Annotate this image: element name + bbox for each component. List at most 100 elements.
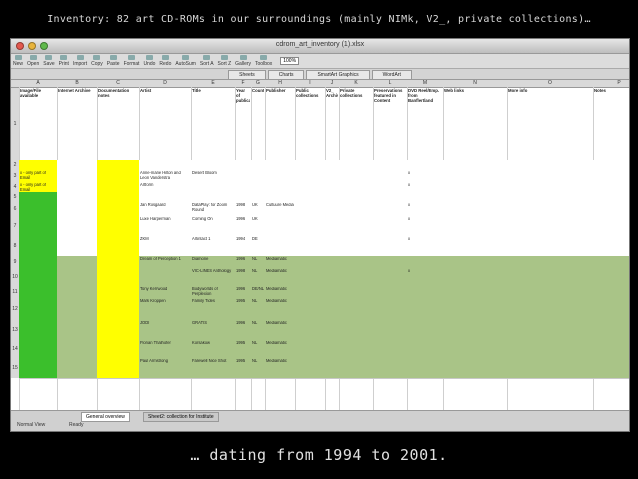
toolbar-button[interactable]: Format (124, 55, 139, 67)
table-cell[interactable]: Mark Kroppen (140, 299, 190, 319)
table-cell[interactable]: x (408, 237, 442, 255)
table-cell[interactable]: 1996 (236, 287, 250, 297)
status-fill-cell[interactable] (19, 340, 57, 358)
header-cell[interactable]: Web links (444, 88, 506, 158)
status-fill-cell[interactable] (19, 192, 57, 202)
header-cell[interactable]: Documentation notes (98, 88, 138, 158)
toolbar-button[interactable]: Paste (107, 55, 120, 67)
documentation-fill-cell[interactable] (97, 216, 139, 236)
column-header[interactable]: O (507, 80, 593, 87)
column-header[interactable]: G (251, 80, 265, 87)
row-number[interactable]: 12 (11, 298, 19, 320)
table-cell[interactable]: Diamone (192, 257, 234, 267)
header-cell[interactable]: Notes (594, 88, 629, 158)
header-cell[interactable]: Image/File available (20, 88, 56, 158)
table-cell[interactable]: Anne-marie Hilton and Leon Vanderstra (140, 171, 190, 181)
documentation-fill-cell[interactable] (97, 236, 139, 256)
table-cell[interactable]: 1995 (236, 341, 250, 357)
status-fill-cell[interactable] (19, 236, 57, 256)
header-cell[interactable]: Preservations featured in Content (374, 88, 406, 158)
ribbon-tab[interactable]: SmartArt Graphics (306, 70, 370, 79)
column-header[interactable]: N (443, 80, 507, 87)
table-cell[interactable]: Jan Rosgaard (140, 203, 190, 215)
row-number[interactable]: 15 (11, 358, 19, 378)
row-number[interactable]: 5 (11, 192, 19, 202)
row-number[interactable]: 6 (11, 202, 19, 216)
table-cell[interactable]: Dream of Perception 1 (140, 257, 190, 267)
header-cell[interactable]: Public collections (296, 88, 324, 158)
table-cell[interactable]: UK (252, 217, 264, 235)
column-header[interactable]: A (19, 80, 57, 87)
table-cell[interactable]: NL (252, 257, 264, 267)
sheet-tab[interactable]: General overview (81, 412, 130, 422)
table-cell[interactable]: 1998 (236, 203, 250, 215)
documentation-fill-cell[interactable] (97, 256, 139, 268)
table-cell[interactable]: 1998 (236, 269, 250, 285)
column-header[interactable]: C (97, 80, 139, 87)
toolbar-button[interactable]: New (13, 55, 23, 67)
sheet-tab[interactable]: Sheet2: collection for Institute (143, 412, 219, 422)
table-cell[interactable]: x (408, 269, 442, 285)
table-cell[interactable]: Luxe Harperman (140, 217, 190, 235)
toolbar-button[interactable]: Redo (159, 55, 171, 67)
documentation-fill-cell[interactable] (97, 182, 139, 192)
table-cell[interactable]: 1996 (236, 321, 250, 339)
ribbon-tab[interactable]: Charts (267, 70, 305, 79)
table-cell[interactable]: VIC-LINES Anthology (192, 269, 234, 285)
status-fill-cell[interactable] (19, 268, 57, 286)
table-cell[interactable]: Mediamatic (266, 299, 294, 319)
table-cell[interactable]: Artintact 1 (192, 237, 234, 255)
header-cell[interactable]: Country (252, 88, 264, 158)
header-cell[interactable]: Publisher (266, 88, 294, 158)
ribbon-tab[interactable]: WordArt (371, 70, 412, 79)
header-cell[interactable]: More info (508, 88, 592, 158)
row-number[interactable]: 4 (11, 182, 19, 192)
status-fill-cell[interactable] (19, 320, 57, 340)
toolbar-button[interactable]: Undo (143, 55, 155, 67)
status-fill-cell[interactable] (19, 216, 57, 236)
table-cell[interactable]: DE/NL/S (252, 287, 264, 297)
row-number[interactable]: 10 (11, 268, 19, 286)
column-header[interactable]: M (407, 80, 443, 87)
spreadsheet-grid[interactable]: ABCDEFGHIJKLMNOP Image/File available Int… (11, 80, 629, 410)
header-cell[interactable]: Private collections (340, 88, 372, 158)
toolbar-button[interactable]: Import (73, 55, 87, 67)
table-cell[interactable]: 1994 (236, 237, 250, 255)
header-cell[interactable]: V2_ Archive (326, 88, 338, 158)
table-cell[interactable]: NL (252, 321, 264, 339)
table-cell[interactable]: JODI (140, 321, 190, 339)
view-mode-label[interactable]: Normal View (17, 422, 45, 428)
table-cell[interactable]: UK (252, 203, 264, 215)
documentation-fill-cell[interactable] (97, 358, 139, 378)
table-cell[interactable]: Mediamatic (266, 321, 294, 339)
table-cell[interactable]: Mediamatic (266, 287, 294, 297)
toolbar-button[interactable]: Print (59, 55, 69, 67)
row-number[interactable]: 14 (11, 340, 19, 358)
column-header[interactable]: L (373, 80, 407, 87)
documentation-fill-cell[interactable] (97, 268, 139, 286)
status-fill-cell[interactable] (19, 256, 57, 268)
documentation-fill-cell[interactable] (97, 192, 139, 202)
ribbon-tab[interactable]: Sheets (228, 70, 266, 79)
table-cell[interactable]: Family Tides (192, 299, 234, 319)
table-cell[interactable]: x (408, 217, 442, 235)
table-cell[interactable]: Desert Bloom (192, 171, 234, 181)
table-cell[interactable]: ZKM (140, 237, 190, 255)
header-cell[interactable]: Year of publication (236, 88, 250, 158)
table-cell[interactable]: NL (252, 269, 264, 285)
table-cell[interactable]: x - only part of Email (20, 183, 56, 191)
status-fill-cell[interactable] (19, 202, 57, 216)
column-header[interactable]: H (265, 80, 295, 87)
row-number[interactable]: 9 (11, 256, 19, 268)
table-cell[interactable]: Tony Kerrwood (140, 287, 190, 297)
table-cell[interactable]: GRATIS (192, 321, 234, 339)
status-fill-cell[interactable] (19, 160, 57, 170)
table-cell[interactable]: 1995 (236, 299, 250, 319)
table-cell[interactable]: NL (252, 341, 264, 357)
documentation-fill-cell[interactable] (97, 320, 139, 340)
toolbar-button[interactable]: Sort A (200, 55, 214, 67)
status-fill-cell[interactable] (19, 286, 57, 298)
column-header[interactable]: B (57, 80, 97, 87)
row-number[interactable]: 3 (11, 170, 19, 182)
table-cell[interactable]: Mediamatic (266, 269, 294, 285)
